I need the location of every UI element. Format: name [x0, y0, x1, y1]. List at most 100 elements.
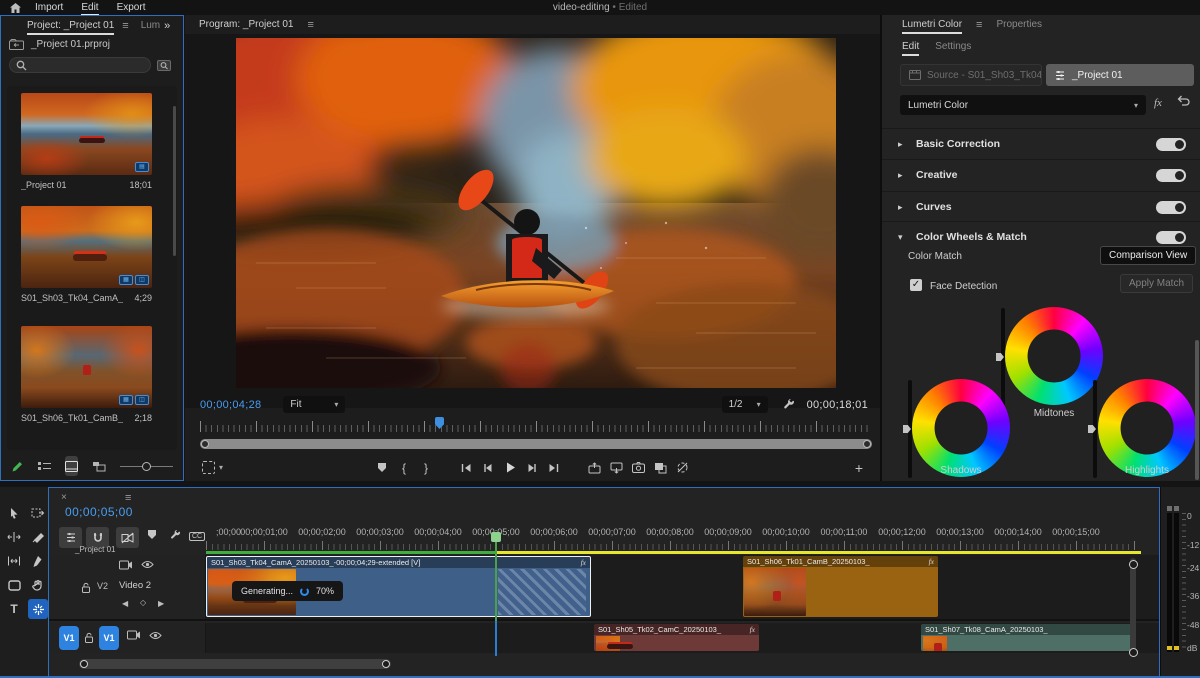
lumetri-scrollbar[interactable] — [1195, 340, 1199, 480]
search-input[interactable] — [9, 57, 151, 73]
timeline-playhead-handle[interactable] — [491, 532, 501, 542]
track-v2-badge[interactable]: V2 — [97, 581, 108, 591]
tab-lumetri-color[interactable]: Lumetri Color — [902, 19, 963, 34]
clip-thumbnail[interactable]: ▦ ◫ — [21, 326, 152, 408]
source-v1-badge[interactable]: V1 — [59, 626, 79, 650]
timeline-vertical-scrollbar[interactable] — [1130, 558, 1136, 653]
lift-icon[interactable] — [583, 459, 605, 477]
global-fx-mute-icon[interactable] — [671, 459, 693, 477]
slip-tool-icon[interactable] — [6, 553, 22, 569]
settings-wrench-icon[interactable] — [782, 398, 795, 411]
thumbnail-view-icon[interactable] — [65, 456, 78, 476]
bin-list-scrollbar[interactable] — [173, 106, 176, 256]
go-to-out-icon[interactable] — [543, 459, 565, 477]
track-v1-badge[interactable]: V1 — [99, 626, 119, 650]
video-preview[interactable] — [236, 38, 836, 388]
type-tool-icon[interactable]: T — [6, 601, 22, 617]
track-v1-header[interactable]: V1 V1 — [49, 623, 206, 653]
chevron-down-icon[interactable]: ▾ — [219, 463, 223, 472]
project-panel-menu-icon[interactable]: ≡ — [122, 20, 128, 32]
track-v2-header[interactable]: V2 Video 2 ◀ ◇ ▶ — [49, 555, 206, 619]
step-forward-icon[interactable] — [521, 459, 543, 477]
extract-icon[interactable] — [605, 459, 627, 477]
lumetri-panel-menu-icon[interactable]: ≡ — [976, 19, 982, 31]
tab-program[interactable]: Program: _Project 01 — [199, 19, 294, 30]
export-frame-icon[interactable] — [627, 459, 649, 477]
source-patch-icon[interactable] — [127, 630, 140, 640]
track-select-forward-tool-icon[interactable] — [30, 505, 46, 521]
timeline-clip-cama[interactable]: S01_Sh07_Tk08_CamA_20250103_ — [921, 624, 1135, 651]
shadows-color-wheel[interactable] — [912, 379, 1010, 477]
rectangle-tool-icon[interactable] — [6, 577, 22, 593]
freeform-view-icon[interactable] — [92, 461, 106, 472]
face-detection-checkbox[interactable]: ✓ — [910, 279, 922, 291]
source-patch-icon[interactable] — [119, 560, 132, 570]
track-lock-icon[interactable] — [81, 582, 91, 593]
zoom-level-select[interactable]: Fit ▾ — [283, 396, 346, 413]
creative-toggle[interactable] — [1156, 168, 1186, 182]
basic-correction-toggle[interactable] — [1156, 137, 1186, 151]
bin-item-clip-2[interactable]: ▦◫ S01_Sh06_Tk01_CamB_20250103... 2;18 — [21, 326, 159, 423]
thumbnail-zoom-slider[interactable] — [120, 461, 173, 471]
section-creative[interactable]: ▸ Creative — [882, 159, 1200, 190]
menu-export[interactable]: Export — [117, 2, 146, 13]
bin-item-clip-1[interactable]: ▦◫ S01_Sh03_Tk04_CamA_20250103... 4;29 — [21, 206, 159, 303]
fx-badge-icon[interactable]: fx — [1154, 97, 1162, 109]
generative-remix-tool-icon[interactable] — [28, 599, 48, 619]
linked-selection-icon[interactable] — [116, 527, 139, 548]
track-v2-name[interactable]: Video 2 — [119, 580, 151, 591]
clip-thumbnail[interactable]: ▦ ◫ — [21, 206, 152, 288]
comparison-view-icon[interactable] — [649, 459, 671, 477]
next-keyframe-icon[interactable]: ▶ — [158, 599, 164, 608]
effect-select[interactable]: Lumetri Color ▾ — [900, 95, 1146, 115]
mark-in-icon[interactable]: { — [393, 459, 415, 477]
selection-tool-icon[interactable] — [6, 505, 22, 521]
section-basic-correction[interactable]: ▸ Basic Correction — [882, 128, 1200, 159]
tab-properties[interactable]: Properties — [996, 19, 1042, 30]
timeline-clip-camc[interactable]: S01_Sh05_Tk02_CamC_20250103_ fx — [594, 624, 759, 651]
sequence-thumbnail[interactable]: ▤ — [21, 93, 152, 175]
close-icon[interactable]: × — [61, 492, 67, 503]
timeline-clip-camb[interactable]: S01_Sh06_Tk01_CamB_20250103_ fx — [743, 556, 938, 617]
program-scrollbar[interactable] — [200, 439, 872, 449]
track-lock-icon[interactable] — [84, 632, 94, 643]
pencil-icon[interactable] — [11, 460, 24, 473]
tab-lumetri-collapsed[interactable]: Lum — [141, 20, 160, 31]
midtones-color-wheel[interactable] — [1005, 307, 1103, 405]
menu-edit[interactable]: Edit — [81, 2, 99, 16]
list-view-icon[interactable] — [38, 461, 51, 472]
play-icon[interactable] — [499, 459, 521, 477]
program-mini-timeline[interactable] — [200, 419, 872, 433]
curves-toggle[interactable] — [1156, 200, 1186, 214]
timeline-horizontal-scrollbar[interactable] — [79, 659, 391, 669]
go-to-in-icon[interactable] — [455, 459, 477, 477]
toggle-track-output-eye-icon[interactable] — [141, 560, 154, 569]
mark-out-icon[interactable]: } — [415, 459, 437, 477]
toggle-track-output-eye-icon[interactable] — [149, 631, 162, 640]
home-icon[interactable] — [10, 2, 21, 13]
razor-tool-icon[interactable] — [30, 529, 46, 545]
bin-item-sequence[interactable]: ▤ _Project 01 18;01 — [21, 93, 159, 190]
ripple-edit-tool-icon[interactable] — [6, 529, 22, 545]
step-back-icon[interactable] — [477, 459, 499, 477]
subtab-settings[interactable]: Settings — [935, 41, 971, 52]
highlights-color-wheel[interactable] — [1098, 379, 1196, 477]
subtab-edit[interactable]: Edit — [902, 41, 920, 56]
add-keyframe-icon[interactable]: ◇ — [140, 598, 146, 607]
add-button-icon[interactable]: + — [848, 459, 870, 477]
sequence-tab-label[interactable]: _Project 01 — [75, 545, 115, 554]
search-text-field[interactable] — [27, 60, 144, 70]
program-panel-menu-icon[interactable]: ≡ — [308, 19, 314, 31]
tab-overflow-icon[interactable]: » — [164, 20, 170, 32]
menu-import[interactable]: Import — [35, 2, 63, 13]
color-wheels-toggle[interactable] — [1156, 230, 1186, 244]
timeline-marker-icon[interactable] — [147, 529, 157, 540]
section-curves[interactable]: ▸ Curves — [882, 191, 1200, 222]
vscroll-top-handle[interactable] — [1129, 560, 1138, 569]
captions-icon[interactable]: CC — [189, 530, 206, 542]
previous-keyframe-icon[interactable]: ◀ — [122, 599, 128, 608]
project-root-item[interactable]: _Project 01.prproj — [9, 39, 175, 50]
timeline-timecode[interactable]: 00;00;05;00 — [65, 505, 133, 519]
hand-tool-icon[interactable] — [30, 577, 46, 593]
pen-tool-icon[interactable] — [30, 553, 46, 569]
